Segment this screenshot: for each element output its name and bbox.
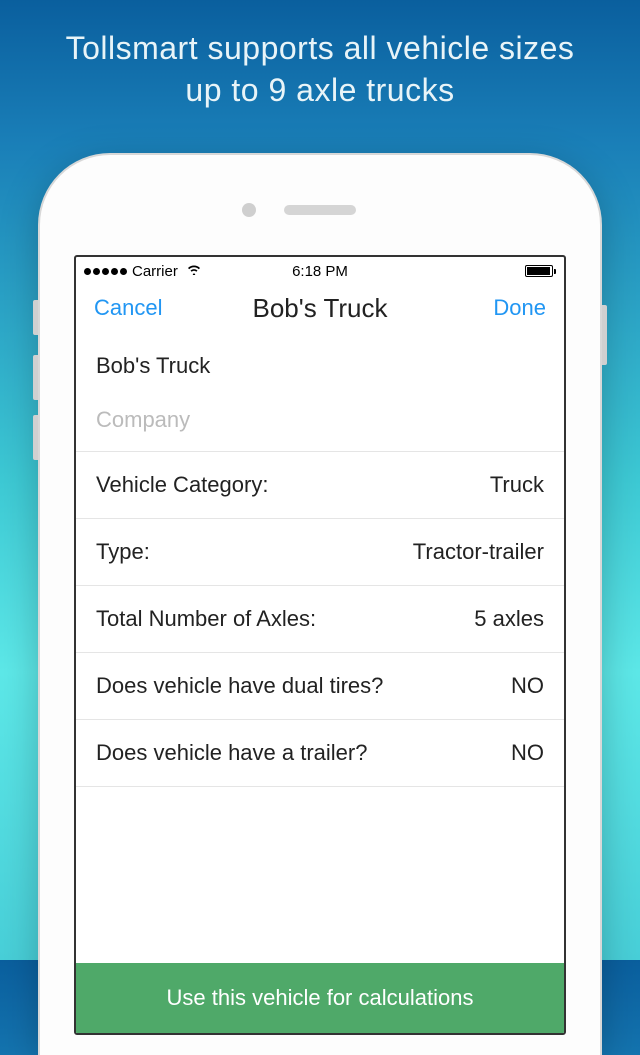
company-field[interactable]: Company	[76, 395, 564, 452]
row-label: Does vehicle have dual tires?	[96, 673, 383, 699]
signal-strength-icon	[84, 268, 127, 275]
row-value: NO	[511, 740, 544, 766]
carrier-label: Carrier	[132, 263, 178, 280]
row-value: NO	[511, 673, 544, 699]
page-title: Bob's Truck	[252, 293, 387, 324]
vehicle-name-field[interactable]: Bob's Truck	[76, 337, 564, 395]
promo-line1: Tollsmart supports all vehicle sizes	[66, 30, 575, 66]
phone-side-button	[33, 415, 38, 460]
status-time: 6:18 PM	[292, 263, 348, 280]
app-screen: Carrier 6:18 PM Cancel Bob's Truck Done …	[74, 255, 566, 1035]
use-vehicle-button-label: Use this vehicle for calculations	[167, 985, 474, 1010]
row-label: Type:	[96, 539, 150, 565]
row-label: Vehicle Category:	[96, 472, 268, 498]
phone-side-button	[33, 300, 38, 335]
row-value: 5 axles	[474, 606, 544, 632]
use-vehicle-button[interactable]: Use this vehicle for calculations	[76, 963, 564, 1033]
row-vehicle-category[interactable]: Vehicle Category: Truck	[76, 452, 564, 519]
cancel-button[interactable]: Cancel	[94, 295, 162, 321]
promo-text: Tollsmart supports all vehicle sizes up …	[0, 0, 640, 121]
company-placeholder: Company	[96, 407, 190, 432]
battery-icon	[525, 265, 556, 277]
phone-speaker	[284, 205, 356, 215]
vehicle-name-value: Bob's Truck	[96, 353, 210, 378]
row-axles[interactable]: Total Number of Axles: 5 axles	[76, 586, 564, 653]
phone-camera	[242, 203, 256, 217]
row-value: Truck	[490, 472, 544, 498]
row-type[interactable]: Type: Tractor-trailer	[76, 519, 564, 586]
nav-bar: Cancel Bob's Truck Done	[76, 283, 564, 337]
phone-side-button	[33, 355, 38, 400]
row-label: Total Number of Axles:	[96, 606, 316, 632]
status-left: Carrier	[84, 262, 202, 280]
promo-line2: up to 9 axle trucks	[185, 72, 454, 108]
row-trailer[interactable]: Does vehicle have a trailer? NO	[76, 720, 564, 787]
status-bar: Carrier 6:18 PM	[76, 257, 564, 283]
row-value: Tractor-trailer	[413, 539, 544, 565]
row-label: Does vehicle have a trailer?	[96, 740, 367, 766]
row-dual-tires[interactable]: Does vehicle have dual tires? NO	[76, 653, 564, 720]
phone-frame: Carrier 6:18 PM Cancel Bob's Truck Done …	[40, 155, 600, 1055]
done-button[interactable]: Done	[493, 295, 546, 321]
phone-side-button	[602, 305, 607, 365]
wifi-icon	[186, 262, 202, 280]
